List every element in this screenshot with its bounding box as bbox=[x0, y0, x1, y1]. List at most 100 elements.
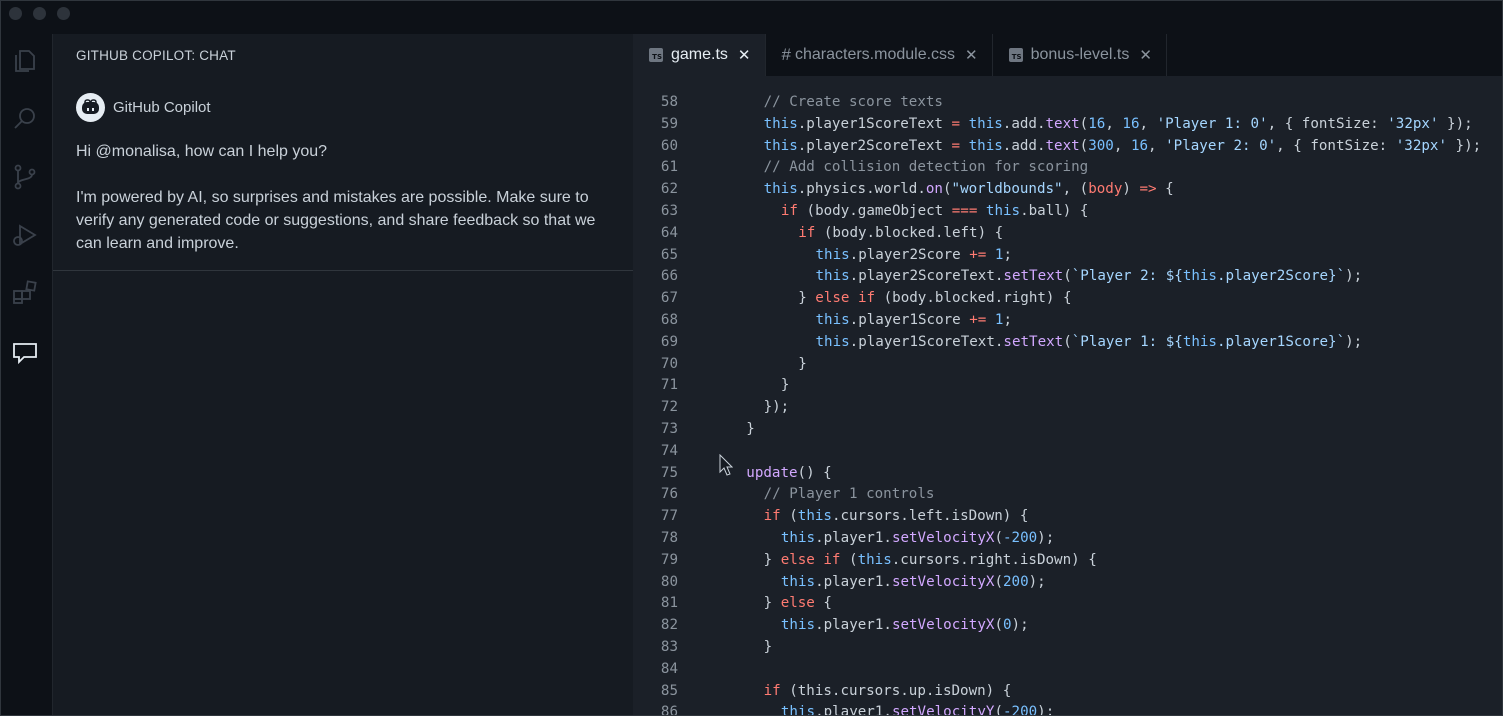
activity-bar bbox=[1, 34, 53, 715]
code-token: .player1. bbox=[815, 704, 892, 716]
code-line[interactable]: 66 this.player2ScoreText.setText(`Player … bbox=[633, 266, 1502, 288]
tab-characters-module-css[interactable]: # characters.module.css ✕ bbox=[766, 34, 993, 76]
code-token: this bbox=[780, 617, 816, 634]
code-token: else bbox=[780, 595, 815, 612]
code-line[interactable]: 63 if (body.gameObject === this.ball) { bbox=[633, 201, 1502, 223]
chat-icon[interactable] bbox=[10, 338, 40, 368]
code-token: (body.gameObject bbox=[797, 202, 952, 219]
code-token: this bbox=[985, 202, 1021, 219]
code-token: .cursors.right.isDown) { bbox=[891, 551, 1097, 568]
line-number: 64 bbox=[660, 224, 678, 241]
files-icon[interactable] bbox=[10, 46, 40, 76]
code-token: text bbox=[1045, 115, 1080, 132]
code-token: if bbox=[780, 202, 798, 219]
code-token: this bbox=[763, 137, 798, 154]
close-icon[interactable]: ✕ bbox=[1139, 46, 1152, 64]
line-number: 63 bbox=[660, 202, 678, 219]
code-area[interactable]: 58// Create score texts 59 this.player1Sco… bbox=[633, 92, 1502, 716]
line-number: 75 bbox=[660, 464, 678, 481]
code-line[interactable]: 73} bbox=[633, 419, 1502, 441]
code-line[interactable]: 62 this.physics.world.on("worldbounds", (… bbox=[633, 179, 1502, 201]
line-source: } else if (this.cursors.right.isDown) { bbox=[764, 550, 1097, 572]
maximize-window-button[interactable] bbox=[57, 7, 70, 20]
code-token: ( bbox=[994, 573, 1003, 590]
line-source: } else { bbox=[764, 593, 832, 615]
code-line[interactable]: 74 bbox=[633, 441, 1502, 463]
minimize-window-button[interactable] bbox=[33, 7, 46, 20]
code-token: .add. bbox=[1002, 115, 1046, 132]
copilot-chat-panel: GITHUB COPILOT: CHAT GitHub Copilot Hi @… bbox=[53, 34, 633, 715]
code-token: setVelocityX bbox=[891, 529, 995, 546]
line-source: if (body.blocked.left) { bbox=[798, 223, 1003, 245]
line-source: // Create score texts bbox=[764, 92, 943, 114]
code-token: 300 bbox=[1088, 137, 1114, 154]
code-token: this bbox=[815, 311, 850, 328]
close-icon[interactable]: ✕ bbox=[965, 46, 978, 64]
code-line[interactable]: 83} bbox=[633, 637, 1502, 659]
code-line[interactable]: 61 // Add collision detection for scoring bbox=[633, 157, 1502, 179]
code-token: ; bbox=[1003, 246, 1012, 263]
code-line[interactable]: 60 this.player2ScoreText = this.add.text(… bbox=[633, 136, 1502, 158]
line-number: 76 bbox=[660, 486, 678, 503]
source-control-icon[interactable] bbox=[10, 162, 40, 192]
code-token: body bbox=[1088, 181, 1123, 198]
code-line[interactable]: 82 this.player1.setVelocityX(0); bbox=[633, 615, 1502, 637]
code-token: text bbox=[1045, 137, 1080, 154]
search-icon[interactable] bbox=[10, 104, 40, 134]
code-token: .ball) { bbox=[1020, 202, 1089, 219]
code-token: `Player 2: ${ bbox=[1071, 268, 1183, 285]
code-token: // Player 1 controls bbox=[763, 486, 935, 503]
line-number: 85 bbox=[660, 682, 678, 699]
tab-bonus-level-ts[interactable]: TS bonus-level.ts ✕ bbox=[993, 34, 1167, 76]
line-source: this.player1.setVelocityX(200); bbox=[781, 572, 1046, 594]
extensions-icon[interactable] bbox=[10, 278, 40, 308]
run-debug-icon[interactable] bbox=[10, 220, 40, 250]
code-token: , bbox=[1105, 115, 1123, 132]
code-token: .cursors.left.isDown) { bbox=[831, 508, 1029, 525]
code-token: === bbox=[951, 202, 978, 219]
code-line[interactable]: 58 // Create score texts bbox=[633, 92, 1502, 114]
code-line[interactable]: 72}); bbox=[633, 397, 1502, 419]
code-line[interactable]: 69 this.player1ScoreText.setText(`Player … bbox=[633, 332, 1502, 354]
code-token: this bbox=[1182, 268, 1217, 285]
code-line[interactable]: 77 if (this.cursors.left.isDown) { bbox=[633, 506, 1502, 528]
line-source: this.player1ScoreText.setText(`Player 1:… bbox=[816, 332, 1363, 354]
close-window-button[interactable] bbox=[9, 7, 22, 20]
line-source: this.player1ScoreText = this.add.text(16… bbox=[764, 114, 1473, 136]
code-line[interactable]: 67} else if (body.blocked.right) { bbox=[633, 288, 1502, 310]
code-token: .physics.world. bbox=[797, 181, 926, 198]
close-icon[interactable]: ✕ bbox=[738, 46, 751, 64]
code-line[interactable]: 64 if (body.blocked.left) { bbox=[633, 223, 1502, 245]
code-line[interactable]: 80 this.player1.setVelocityX(200); bbox=[633, 572, 1502, 594]
code-token: += bbox=[969, 246, 987, 263]
code-line[interactable]: 85 if (this.cursors.up.isDown) { bbox=[633, 681, 1502, 703]
code-token: // Add collision detection for scoring bbox=[763, 159, 1089, 176]
code-line[interactable]: 76 // Player 1 controls bbox=[633, 484, 1502, 506]
code-token: 0 bbox=[1002, 617, 1012, 634]
code-line[interactable]: 71} bbox=[633, 375, 1502, 397]
code-line[interactable]: 78 this.player1.setVelocityX(-200); bbox=[633, 528, 1502, 550]
code-line[interactable]: 75 update() { bbox=[633, 463, 1502, 485]
code-token: } bbox=[798, 290, 816, 307]
code-token: ) bbox=[1122, 181, 1140, 198]
code-line[interactable]: 65 this.player2Score += 1; bbox=[633, 245, 1502, 267]
code-token: ); bbox=[1345, 268, 1363, 285]
tab-game-ts[interactable]: TS game.ts ✕ bbox=[633, 34, 766, 76]
code-line[interactable]: 84 bbox=[633, 659, 1502, 681]
code-line[interactable]: 86 this.player1.setVelocityY(-200); bbox=[633, 702, 1502, 716]
code-token: ( bbox=[1063, 268, 1072, 285]
line-source: this.player2ScoreText.setText(`Player 2:… bbox=[816, 266, 1363, 288]
code-token: "worldbounds" bbox=[951, 181, 1063, 198]
code-line[interactable]: 81} else { bbox=[633, 593, 1502, 615]
code-token: += bbox=[969, 311, 987, 328]
code-line[interactable]: 68 this.player1Score += 1; bbox=[633, 310, 1502, 332]
line-source: this.player2Score += 1; bbox=[816, 245, 1013, 267]
code-token: => bbox=[1139, 181, 1157, 198]
code-line[interactable]: 70} bbox=[633, 354, 1502, 376]
code-line[interactable]: 59 this.player1ScoreText = this.add.text(… bbox=[633, 114, 1502, 136]
code-line[interactable]: 79} else if (this.cursors.right.isDown) … bbox=[633, 550, 1502, 572]
code-token: { bbox=[814, 595, 832, 612]
code-token: '32px' bbox=[1387, 115, 1439, 132]
